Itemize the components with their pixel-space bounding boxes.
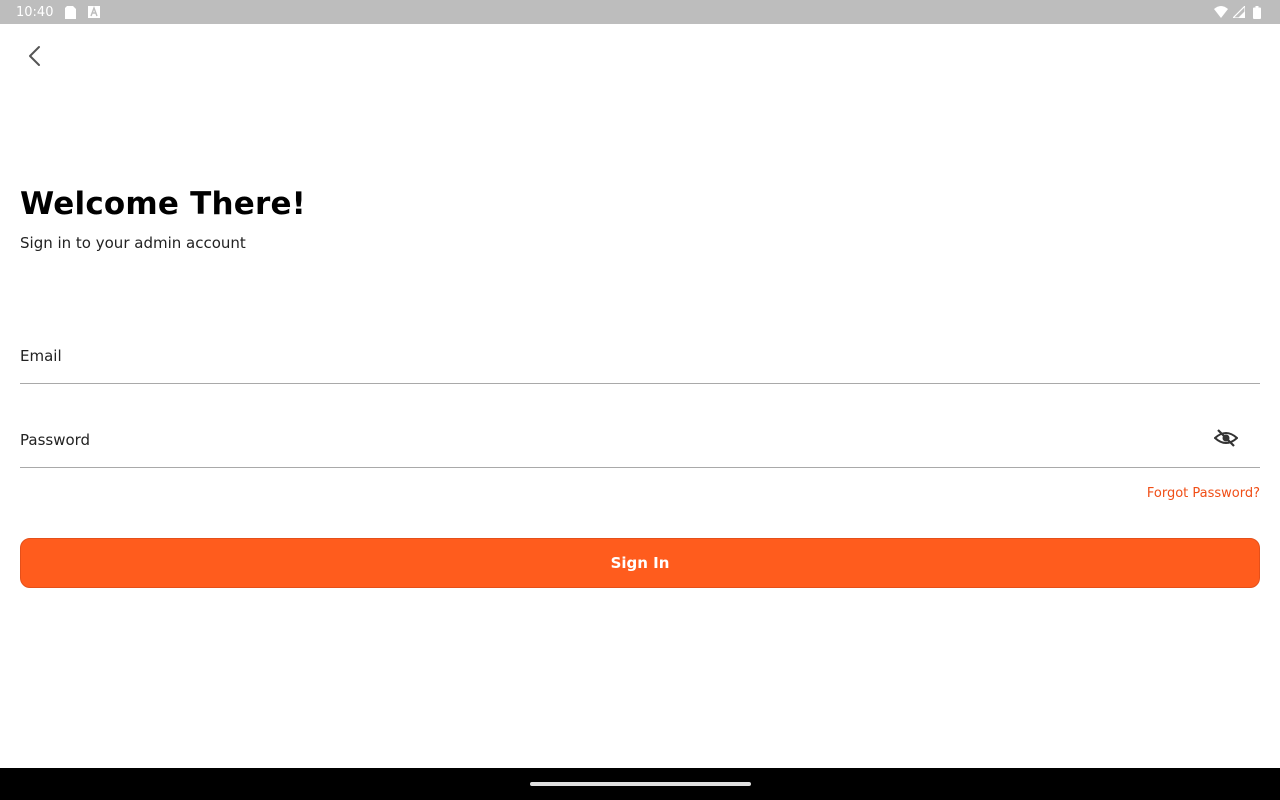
back-button[interactable] <box>14 38 54 78</box>
password-field[interactable] <box>20 412 1260 467</box>
notification-a-icon <box>87 5 101 19</box>
navigation-bar <box>0 768 1280 800</box>
status-time: 10:40 <box>16 4 54 20</box>
chevron-left-icon <box>27 45 41 71</box>
page-subtitle: Sign in to your admin account <box>20 234 246 252</box>
email-field-container <box>20 328 1260 384</box>
home-indicator[interactable] <box>530 782 751 786</box>
wifi-icon <box>1214 5 1228 19</box>
status-bar: 10:40 <box>0 0 1280 24</box>
battery-icon <box>1250 5 1264 19</box>
forgot-password-link[interactable]: Forgot Password? <box>1147 486 1260 501</box>
sign-in-button[interactable]: Sign In <box>20 538 1260 588</box>
sim-card-icon <box>63 5 77 19</box>
page-title: Welcome There! <box>20 186 307 222</box>
eye-off-icon <box>1213 428 1239 452</box>
password-field-container <box>20 412 1260 468</box>
email-field[interactable] <box>20 328 1260 383</box>
signal-icon <box>1232 5 1246 19</box>
password-visibility-toggle[interactable] <box>1212 426 1240 454</box>
login-screen: Welcome There! Sign in to your admin acc… <box>0 24 1280 768</box>
